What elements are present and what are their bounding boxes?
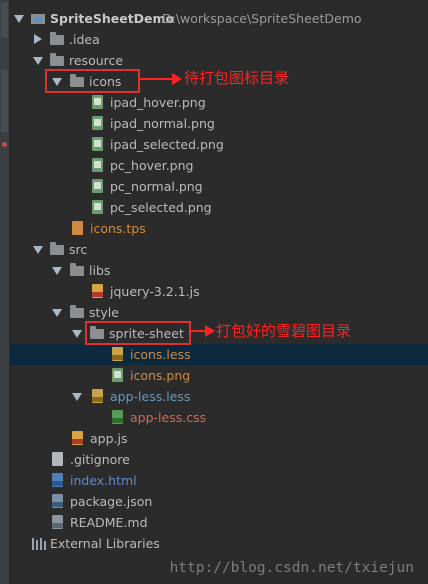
project-tree: SpriteSheetDemo D:\workspace\SpriteSheet… bbox=[10, 0, 428, 584]
tree-item-label: app-less.css bbox=[130, 410, 207, 425]
tree-row-file[interactable]: ipad_selected.png bbox=[10, 134, 428, 155]
left-tool-strip bbox=[0, 0, 10, 584]
annotation-arrow-icon bbox=[138, 73, 182, 85]
expand-arrow-icon[interactable] bbox=[52, 267, 62, 275]
tree-row-file[interactable]: app-less.css bbox=[10, 407, 428, 428]
html-file-icon bbox=[52, 473, 63, 487]
tree-item-label: README.md bbox=[70, 515, 148, 530]
tree-row-file[interactable]: jquery-3.2.1.js bbox=[10, 281, 428, 302]
folder-icon bbox=[50, 32, 64, 45]
tree-row-file[interactable]: .gitignore bbox=[10, 449, 428, 470]
collapse-arrow-icon[interactable] bbox=[34, 34, 42, 44]
project-tool-tab[interactable] bbox=[1, 2, 8, 38]
expand-arrow-icon[interactable] bbox=[33, 57, 43, 65]
tps-file-icon bbox=[72, 221, 83, 235]
tree-row-resource[interactable]: resource bbox=[10, 50, 428, 71]
tree-row-style[interactable]: style bbox=[10, 302, 428, 323]
tree-row-file[interactable]: ipad_normal.png bbox=[10, 113, 428, 134]
tree-row-file[interactable]: app-less.less bbox=[10, 386, 428, 407]
expand-arrow-icon[interactable] bbox=[72, 330, 82, 338]
tree-row-file[interactable]: ipad_hover.png bbox=[10, 92, 428, 113]
tree-item-label: pc_selected.png bbox=[110, 200, 212, 215]
project-path: D:\workspace\SpriteSheetDemo bbox=[162, 11, 362, 26]
tree-item-label: icons.tps bbox=[90, 221, 146, 236]
png-file-icon bbox=[92, 137, 103, 151]
tree-row-file-selected[interactable]: icons.less bbox=[10, 344, 428, 365]
tree-row-file[interactable]: app.js bbox=[10, 428, 428, 449]
png-file-icon bbox=[112, 368, 123, 382]
tree-item-label: External Libraries bbox=[50, 536, 160, 551]
external-libraries-icon bbox=[32, 538, 46, 550]
expand-arrow-icon[interactable] bbox=[52, 309, 62, 317]
tree-item-label: ipad_selected.png bbox=[110, 137, 224, 152]
tree-item-label: package.json bbox=[70, 494, 153, 509]
js-file-icon bbox=[72, 431, 83, 445]
tree-item-label: src bbox=[69, 242, 88, 257]
tree-item-label: .idea bbox=[69, 32, 100, 47]
sprite-sheet-highlight bbox=[85, 321, 191, 345]
less-file-icon bbox=[112, 347, 123, 361]
tree-row-file[interactable]: package.json bbox=[10, 491, 428, 512]
tree-item-label: app-less.less bbox=[110, 389, 191, 404]
css-file-icon bbox=[112, 410, 123, 424]
tree-item-label: icons.less bbox=[130, 347, 191, 362]
json-file-icon bbox=[52, 494, 63, 508]
icons-folder-highlight bbox=[45, 69, 140, 93]
text-file-icon bbox=[52, 452, 63, 466]
tree-item-label: ipad_hover.png bbox=[110, 95, 206, 110]
tree-row-file[interactable]: icons.tps bbox=[10, 218, 428, 239]
png-file-icon bbox=[92, 116, 103, 130]
tree-item-label: ipad_normal.png bbox=[110, 116, 215, 131]
project-folder-icon bbox=[31, 14, 45, 24]
project-name: SpriteSheetDemo bbox=[50, 11, 175, 26]
tree-row-file[interactable]: pc_hover.png bbox=[10, 155, 428, 176]
tree-item-label: jquery-3.2.1.js bbox=[110, 284, 200, 299]
expand-arrow-icon[interactable] bbox=[14, 15, 24, 23]
tree-row-file[interactable]: pc_selected.png bbox=[10, 197, 428, 218]
folder-icon bbox=[70, 305, 84, 318]
expand-arrow-icon[interactable] bbox=[72, 393, 82, 401]
tree-item-label: resource bbox=[69, 53, 124, 68]
tree-row-idea[interactable]: .idea bbox=[10, 29, 428, 50]
sprite-sheet-annotation: 打包好的雪碧图目录 bbox=[216, 322, 352, 340]
folder-icon bbox=[50, 242, 64, 255]
png-file-icon bbox=[92, 158, 103, 172]
tree-item-label: app.js bbox=[90, 431, 128, 446]
tree-item-label: index.html bbox=[70, 473, 137, 488]
tree-item-label: pc_normal.png bbox=[110, 179, 203, 194]
tree-row-file[interactable]: index.html bbox=[10, 470, 428, 491]
status-dot-icon bbox=[2, 142, 7, 147]
tree-row-libs[interactable]: libs bbox=[10, 260, 428, 281]
png-file-icon bbox=[92, 95, 103, 109]
js-file-icon bbox=[92, 284, 103, 298]
structure-tool-tab[interactable] bbox=[1, 70, 8, 132]
expand-arrow-icon[interactable] bbox=[33, 246, 43, 254]
watermark: http://blog.csdn.net/txiejun bbox=[169, 560, 414, 576]
png-file-icon bbox=[92, 179, 103, 193]
folder-icon bbox=[70, 263, 84, 276]
tree-row-file[interactable]: pc_normal.png bbox=[10, 176, 428, 197]
markdown-file-icon bbox=[52, 515, 63, 529]
icons-folder-annotation: 待打包图标目录 bbox=[184, 69, 290, 87]
tree-item-label: .gitignore bbox=[70, 452, 130, 467]
tree-row-file[interactable]: icons.png bbox=[10, 365, 428, 386]
tree-row-src[interactable]: src bbox=[10, 239, 428, 260]
annotation-arrow-icon bbox=[189, 325, 215, 337]
tree-row-file[interactable]: README.md bbox=[10, 512, 428, 533]
less-file-icon bbox=[92, 389, 103, 403]
tree-row-project-root[interactable]: SpriteSheetDemo D:\workspace\SpriteSheet… bbox=[10, 8, 428, 29]
tree-row-external-libraries[interactable]: External Libraries bbox=[10, 533, 428, 554]
tree-item-label: icons.png bbox=[130, 368, 191, 383]
tree-item-label: style bbox=[89, 305, 119, 320]
png-file-icon bbox=[92, 200, 103, 214]
tree-item-label: libs bbox=[89, 263, 111, 278]
folder-icon bbox=[50, 53, 64, 66]
tree-item-label: pc_hover.png bbox=[110, 158, 194, 173]
